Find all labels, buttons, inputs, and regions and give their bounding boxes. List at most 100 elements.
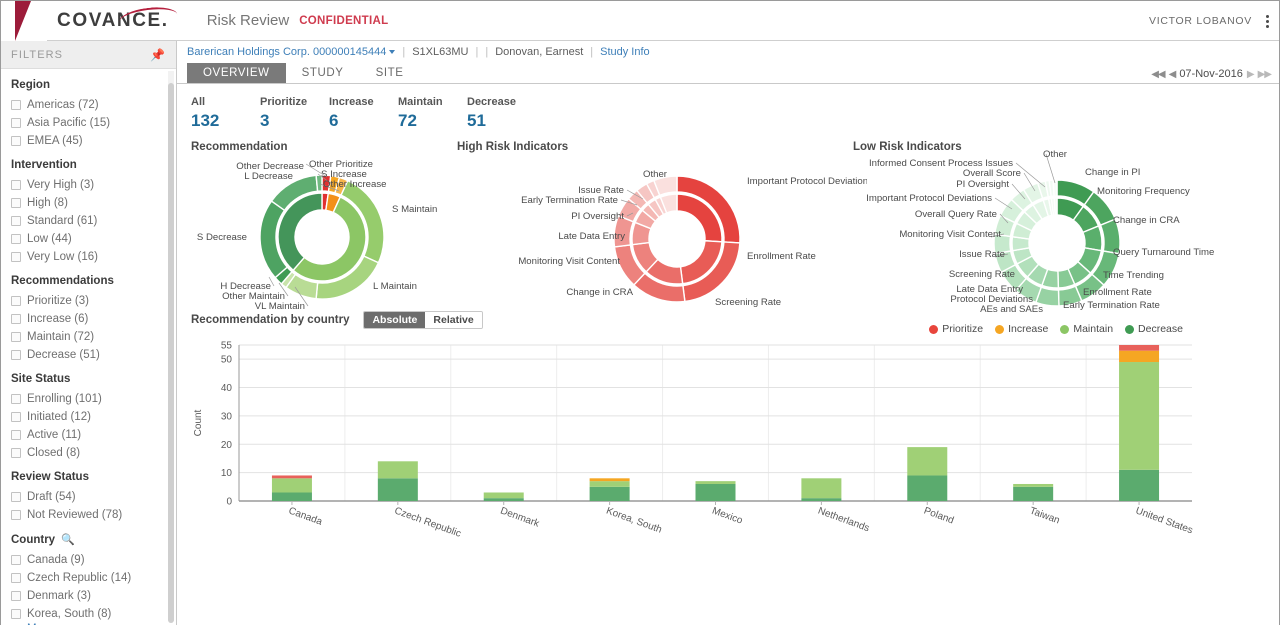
bar-segment[interactable] [801, 498, 842, 501]
bar-segment[interactable] [801, 478, 842, 499]
kebab-menu-icon[interactable] [1266, 14, 1269, 28]
filter-checkbox-item[interactable]: Maintain (72) [11, 328, 176, 346]
checkbox-icon[interactable] [11, 314, 21, 324]
bar-segment[interactable] [1013, 483, 1054, 487]
checkbox-icon[interactable] [11, 136, 21, 146]
checkbox-icon[interactable] [11, 573, 21, 583]
filter-checkbox-item[interactable]: Canada (9) [11, 551, 176, 569]
filter-checkbox-item[interactable]: Draft (54) [11, 488, 176, 506]
filter-checkbox-item[interactable]: Initiated (12) [11, 408, 176, 426]
filter-checkbox-item[interactable]: Not Reviewed (78) [11, 506, 176, 524]
toggle-absolute[interactable]: Absolute [364, 312, 426, 328]
low-risk-donut-chart[interactable]: Change in PI Monitoring Frequency Change i… [845, 147, 1277, 323]
bar-segment[interactable] [271, 475, 312, 479]
bar-segment[interactable] [483, 492, 524, 499]
checkbox-icon[interactable] [11, 180, 21, 190]
checkbox-icon[interactable] [11, 296, 21, 306]
pin-icon[interactable]: 📌 [150, 48, 166, 62]
checkbox-icon[interactable] [11, 198, 21, 208]
high-risk-donut-chart[interactable]: Important Protocol DeviationsEnrollment … [447, 147, 867, 319]
recommendation-donut-chart[interactable]: Other PrioritizeS IncreaseOther Increase… [177, 147, 467, 319]
checkbox-icon[interactable] [11, 100, 21, 110]
filter-checkbox-item[interactable]: Denmark (3) [11, 587, 176, 605]
filter-checkbox-item[interactable]: Asia Pacific (15) [11, 114, 176, 132]
tab-overview[interactable]: OVERVIEW [187, 63, 286, 83]
date-prev-button[interactable]: ◀ [1169, 69, 1177, 80]
filter-checkbox-item[interactable]: Increase (6) [11, 310, 176, 328]
bar-segment[interactable] [1119, 350, 1160, 363]
checkbox-icon[interactable] [11, 350, 21, 360]
brand-logo[interactable]: COVANCE. [1, 0, 178, 41]
filter-checkbox-item[interactable]: Very High (3) [11, 176, 176, 194]
search-icon[interactable]: 🔍 [61, 533, 75, 546]
toggle-relative[interactable]: Relative [425, 312, 482, 328]
chevron-down-icon[interactable] [389, 50, 396, 55]
tab-site[interactable]: SITE [360, 63, 420, 83]
filter-checkbox-item[interactable]: Very Low (16) [11, 248, 176, 266]
bar-segment[interactable] [377, 478, 418, 501]
bar-segment[interactable] [589, 481, 630, 487]
date-first-button[interactable]: ◀◀ [1151, 69, 1165, 80]
checkbox-icon[interactable] [11, 492, 21, 502]
filter-checkbox-item[interactable]: Standard (61) [11, 212, 176, 230]
checkbox-icon[interactable] [11, 234, 21, 244]
bar-segment[interactable] [1013, 486, 1054, 501]
checkbox-icon[interactable] [11, 555, 21, 565]
bar-segment[interactable] [377, 461, 418, 479]
kpi-decrease[interactable]: Decrease 51 [467, 96, 536, 131]
checkbox-icon[interactable] [11, 332, 21, 342]
bar-segment[interactable] [907, 475, 948, 501]
sidebar-scrollbar-thumb[interactable] [168, 83, 174, 623]
confidential-badge: CONFIDENTIAL [299, 14, 389, 27]
filter-checkbox-item[interactable]: High (8) [11, 194, 176, 212]
date-last-button[interactable]: ▶▶ [1258, 69, 1272, 80]
bar-segment[interactable] [483, 498, 524, 501]
filter-checkbox-item[interactable]: Closed (8) [11, 444, 176, 462]
checkbox-icon[interactable] [11, 412, 21, 422]
filter-checkbox-item[interactable]: Americas (72) [11, 96, 176, 114]
checkbox-icon[interactable] [11, 430, 21, 440]
filter-checkbox-item[interactable]: Low (44) [11, 230, 176, 248]
bar-segment[interactable] [1119, 362, 1160, 470]
donut-slice[interactable] [1053, 197, 1058, 216]
bar-segment[interactable] [695, 481, 736, 484]
checkbox-icon[interactable] [11, 448, 21, 458]
filter-checkbox-item[interactable]: Enrolling (101) [11, 390, 176, 408]
bar-segment[interactable] [589, 486, 630, 501]
recommendation-by-country-chart[interactable]: 0 10 20 30 40 50 55 Count Canada Czech Republic De… [177, 333, 1277, 563]
bar-segment[interactable] [695, 483, 736, 501]
filters-header: FILTERS 📌 [1, 41, 176, 69]
breadcrumb-sponsor[interactable]: Barerican Holdings Corp. 000000145444 [187, 46, 396, 58]
filter-checkbox-item[interactable]: Prioritize (3) [11, 292, 176, 310]
filters-list[interactable]: Region Americas (72) Asia Pacific (15) EMEA… [1, 69, 176, 625]
kpi-maintain[interactable]: Maintain 72 [398, 96, 467, 131]
tab-study[interactable]: STUDY [286, 63, 360, 83]
checkbox-icon[interactable] [11, 591, 21, 601]
bar-segment[interactable] [907, 447, 948, 476]
filter-checkbox-item[interactable]: Czech Republic (14) [11, 569, 176, 587]
checkbox-icon[interactable] [11, 394, 21, 404]
bar-segment[interactable] [1119, 469, 1160, 501]
checkbox-icon[interactable] [11, 216, 21, 226]
checkbox-icon[interactable] [11, 118, 21, 128]
breadcrumb-study-info[interactable]: Study Info [600, 46, 650, 58]
filter-item-label: Enrolling (101) [27, 393, 102, 405]
filter-item-label: Closed (8) [27, 447, 81, 459]
filter-checkbox-item[interactable]: Decrease (51) [11, 346, 176, 364]
checkbox-icon[interactable] [11, 609, 21, 619]
absolute-relative-toggle[interactable]: Absolute Relative [363, 311, 483, 329]
filter-checkbox-item[interactable]: Active (11) [11, 426, 176, 444]
bar-segment[interactable] [271, 478, 312, 493]
bar-segment[interactable] [589, 478, 630, 482]
date-next-button[interactable]: ▶ [1247, 69, 1255, 80]
bar-segment[interactable] [271, 492, 312, 501]
kpi-all[interactable]: All 132 [191, 96, 260, 131]
filter-checkbox-item[interactable]: EMEA (45) [11, 132, 176, 150]
checkbox-icon[interactable] [11, 510, 21, 520]
bar-segment[interactable] [1119, 345, 1160, 351]
filter-checkbox-item[interactable]: Korea, South (8) [11, 605, 176, 623]
kpi-prioritize[interactable]: Prioritize 3 [260, 96, 329, 131]
checkbox-icon[interactable] [11, 252, 21, 262]
kpi-increase[interactable]: Increase 6 [329, 96, 398, 131]
app-title: Risk Review [206, 12, 290, 29]
